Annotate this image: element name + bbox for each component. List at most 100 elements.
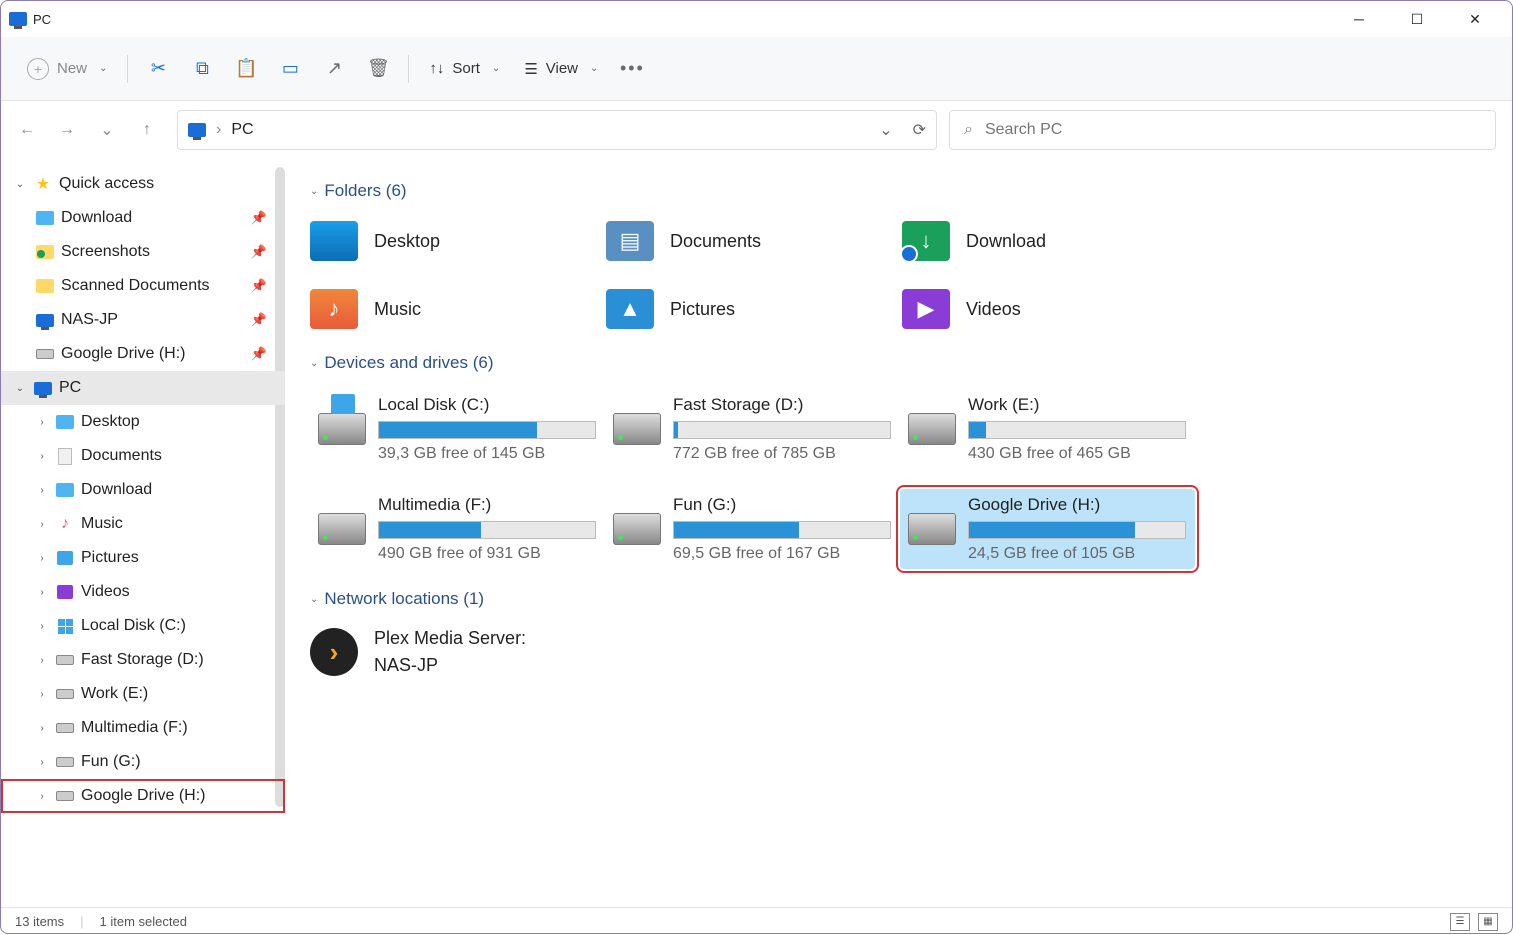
expand-icon[interactable]: ›: [35, 587, 49, 598]
separator: [127, 55, 128, 83]
sidebar-item-download[interactable]: Download📌: [1, 201, 285, 235]
title-bar: PC ─ ☐ ✕: [1, 1, 1512, 37]
collapse-icon[interactable]: ⌄: [13, 383, 27, 394]
rename-icon[interactable]: ▭: [270, 49, 310, 89]
drive-item[interactable]: Google Drive (H:)24,5 GB free of 105 GB: [900, 489, 1195, 569]
collapse-icon[interactable]: ⌄: [310, 594, 318, 605]
expand-icon[interactable]: ›: [35, 621, 49, 632]
drive-item[interactable]: Multimedia (F:)490 GB free of 931 GB: [310, 489, 605, 569]
status-item-count: 13 items: [15, 914, 64, 929]
network-item-plex[interactable]: › Plex Media Server: NAS-JP: [310, 625, 1492, 679]
sidebar-item-music[interactable]: ›♪Music: [1, 507, 285, 541]
pin-icon[interactable]: 📌: [251, 278, 267, 294]
cut-icon[interactable]: ✂: [138, 49, 178, 89]
folder-desktop[interactable]: Desktop: [310, 217, 600, 265]
pin-icon[interactable]: 📌: [251, 210, 267, 226]
sidebar-item-download[interactable]: ›Download: [1, 473, 285, 507]
pin-icon[interactable]: 📌: [251, 346, 267, 362]
collapse-icon[interactable]: ⌄: [13, 179, 27, 190]
folder-pictures[interactable]: ▲Pictures: [606, 285, 896, 333]
expand-icon[interactable]: ›: [35, 655, 49, 666]
folder-videos[interactable]: ▶Videos: [902, 285, 1192, 333]
collapse-icon[interactable]: ⌄: [310, 358, 318, 369]
group-header-drives[interactable]: ⌄ Devices and drives (6): [310, 353, 1492, 373]
expand-icon[interactable]: ›: [35, 519, 49, 530]
view-label: View: [546, 60, 578, 77]
sort-button[interactable]: ↑↓ Sort ⌄: [419, 54, 510, 83]
sidebar-item-pictures[interactable]: ›Pictures: [1, 541, 285, 575]
sidebar-item-videos[interactable]: ›Videos: [1, 575, 285, 609]
refresh-button[interactable]: ⟳: [913, 120, 926, 140]
sidebar-pc[interactable]: ⌄ PC: [1, 371, 285, 405]
expand-icon[interactable]: ›: [35, 553, 49, 564]
view-button[interactable]: ☰ View ⌄: [514, 54, 608, 84]
sidebar-item-desktop[interactable]: ›Desktop: [1, 405, 285, 439]
new-button[interactable]: + New ⌄: [17, 52, 117, 86]
drive-name: Local Disk (C:): [378, 395, 597, 415]
up-button[interactable]: ↑: [137, 121, 157, 139]
windows-icon: [58, 619, 73, 634]
group-header-folders[interactable]: ⌄ Folders (6): [310, 181, 1492, 201]
close-button[interactable]: ✕: [1446, 1, 1504, 37]
sidebar-item-gdrive[interactable]: Google Drive (H:)📌: [1, 337, 285, 371]
sidebar-item-documents[interactable]: ›Documents: [1, 439, 285, 473]
collapse-icon[interactable]: ⌄: [310, 186, 318, 197]
forward-button[interactable]: →: [57, 121, 77, 139]
sidebar-item-drive-f[interactable]: ›Multimedia (F:): [1, 711, 285, 745]
delete-icon[interactable]: 🗑: [358, 49, 398, 89]
paste-icon[interactable]: 📋: [226, 49, 266, 89]
folder-icon: [56, 415, 74, 429]
address-bar[interactable]: › PC ⌄ ⟳: [177, 110, 937, 150]
drive-free-text: 772 GB free of 785 GB: [673, 445, 892, 463]
expand-icon[interactable]: ›: [35, 757, 49, 768]
drive-item[interactable]: Local Disk (C:)39,3 GB free of 145 GB: [310, 389, 605, 469]
sidebar-item-drive-d[interactable]: ›Fast Storage (D:): [1, 643, 285, 677]
more-button[interactable]: •••: [612, 49, 652, 89]
chevron-down-icon: ⌄: [99, 63, 107, 74]
folder-music[interactable]: ♪Music: [310, 285, 600, 333]
recent-dropdown[interactable]: ⌄: [97, 120, 117, 140]
sidebar-item-drive-h[interactable]: ›Google Drive (H:): [1, 779, 285, 813]
music-icon: ♪: [55, 515, 75, 533]
thumbnails-view-button[interactable]: ▦: [1478, 913, 1498, 931]
sidebar-item-drive-c[interactable]: ›Local Disk (C:): [1, 609, 285, 643]
sidebar-item-scanned[interactable]: Scanned Documents📌: [1, 269, 285, 303]
details-view-button[interactable]: ☰: [1450, 913, 1470, 931]
sidebar-item-screenshots[interactable]: Screenshots📌: [1, 235, 285, 269]
drive-item[interactable]: Fun (G:)69,5 GB free of 167 GB: [605, 489, 900, 569]
back-button[interactable]: ←: [17, 121, 37, 139]
share-icon[interactable]: ↗: [314, 49, 354, 89]
pin-icon[interactable]: 📌: [251, 244, 267, 260]
expand-icon[interactable]: ›: [35, 723, 49, 734]
pc-icon: [9, 12, 27, 26]
maximize-button[interactable]: ☐: [1388, 1, 1446, 37]
sidebar-quick-access[interactable]: ⌄ ★ Quick access: [1, 167, 285, 201]
search-input[interactable]: [985, 121, 1481, 139]
group-header-network[interactable]: ⌄ Network locations (1): [310, 589, 1492, 609]
expand-icon[interactable]: ›: [35, 689, 49, 700]
copy-icon[interactable]: ⧉: [182, 49, 222, 89]
expand-icon[interactable]: ›: [35, 451, 49, 462]
search-box[interactable]: ⌕: [949, 110, 1496, 150]
expand-icon[interactable]: ›: [35, 791, 49, 802]
breadcrumb-location[interactable]: PC: [231, 121, 253, 139]
folder-download[interactable]: ↓Download: [902, 217, 1192, 265]
sidebar-item-drive-e[interactable]: ›Work (E:): [1, 677, 285, 711]
expand-icon[interactable]: ›: [35, 485, 49, 496]
toolbar: + New ⌄ ✂ ⧉ 📋 ▭ ↗ 🗑 ↑↓ Sort ⌄ ☰ View ⌄ •…: [1, 37, 1512, 101]
drive-item[interactable]: Work (E:)430 GB free of 465 GB: [900, 389, 1195, 469]
download-icon: ↓: [902, 221, 950, 261]
minimize-button[interactable]: ─: [1330, 1, 1388, 37]
pin-icon[interactable]: 📌: [251, 312, 267, 328]
drive-item[interactable]: Fast Storage (D:)772 GB free of 785 GB: [605, 389, 900, 469]
main-area: ⌄ ★ Quick access Download📌 Screenshots📌 …: [1, 159, 1512, 907]
network-item-line1: Plex Media Server:: [374, 625, 526, 652]
sidebar-item-drive-g[interactable]: ›Fun (G:): [1, 745, 285, 779]
address-dropdown[interactable]: ⌄: [879, 120, 892, 140]
drive-capacity-bar: [968, 421, 1186, 439]
folder-documents[interactable]: ▤Documents: [606, 217, 896, 265]
sidebar-item-nas[interactable]: NAS-JP📌: [1, 303, 285, 337]
window-controls: ─ ☐ ✕: [1330, 1, 1504, 37]
expand-icon[interactable]: ›: [35, 417, 49, 428]
drive-capacity-bar: [378, 421, 596, 439]
